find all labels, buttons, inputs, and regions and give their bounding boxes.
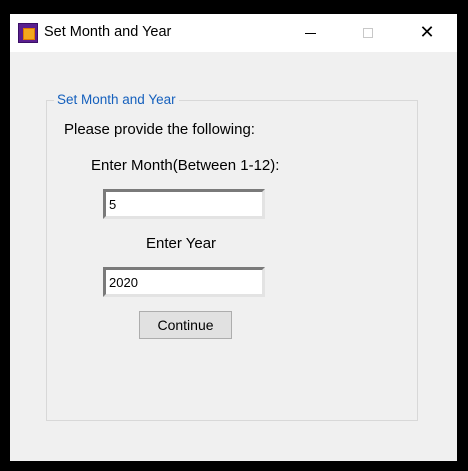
window-title: Set Month and Year: [44, 24, 172, 40]
instruction-label: Please provide the following:: [64, 121, 255, 138]
group-box-title: Set Month and Year: [54, 92, 179, 107]
title-bar[interactable]: Set Month and Year ✕: [10, 14, 457, 52]
year-input[interactable]: [103, 267, 265, 297]
minimize-button[interactable]: [281, 14, 339, 52]
month-input[interactable]: [103, 189, 265, 219]
maximize-icon: [363, 28, 373, 38]
maximize-button[interactable]: [339, 14, 397, 52]
group-box: [46, 100, 418, 421]
month-label: Enter Month(Between 1-12):: [91, 157, 280, 174]
minimize-icon: [304, 32, 316, 34]
calendar-app-icon: [18, 23, 38, 43]
dialog-window: Set Month and Year ✕ Set Month and Year …: [10, 14, 457, 461]
close-icon: ✕: [419, 22, 435, 43]
close-button[interactable]: ✕: [398, 14, 456, 52]
year-label: Enter Year: [146, 235, 217, 252]
continue-button[interactable]: Continue: [139, 311, 232, 339]
